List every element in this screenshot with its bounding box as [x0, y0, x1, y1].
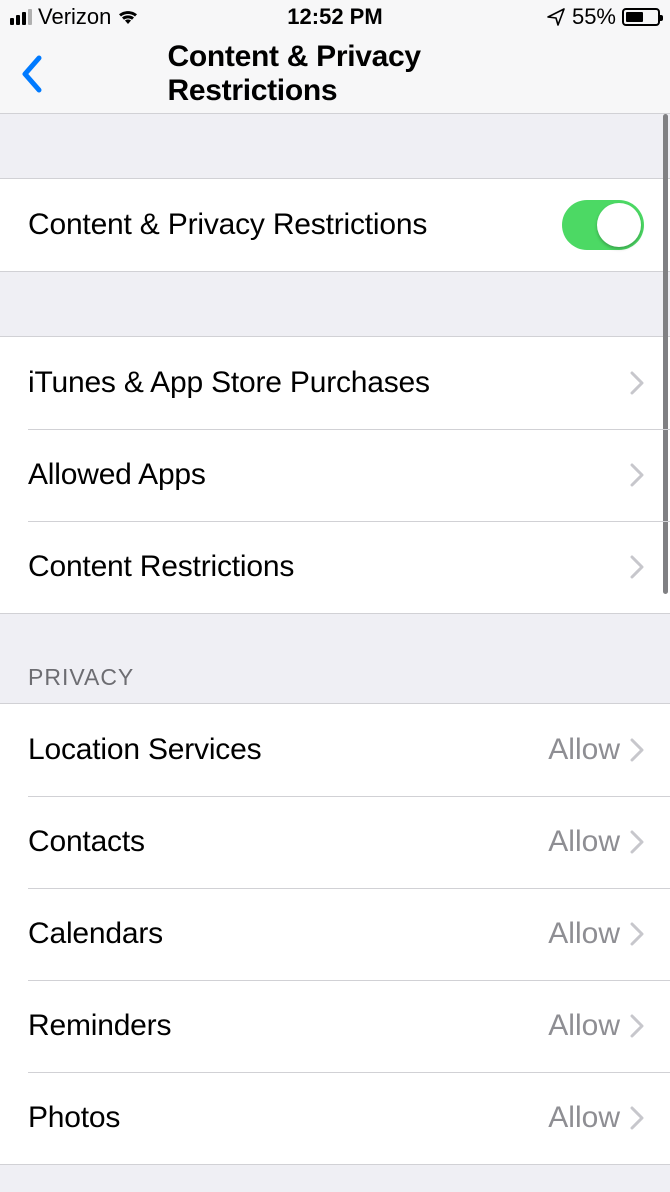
cell-label: Reminders: [28, 1009, 171, 1043]
nav-bar: Content & Privacy Restrictions: [0, 34, 670, 114]
page-title: Content & Privacy Restrictions: [168, 40, 503, 108]
content-privacy-toggle-row[interactable]: Content & Privacy Restrictions: [0, 179, 670, 271]
photos-row[interactable]: Photos Allow: [0, 1072, 670, 1164]
cell-label: Location Services: [28, 733, 261, 767]
location-icon: [546, 7, 566, 27]
carrier-label: Verizon: [38, 4, 111, 30]
cell-label: Photos: [28, 1101, 120, 1135]
cell-value: Allow: [548, 733, 620, 767]
itunes-app-store-purchases-row[interactable]: iTunes & App Store Purchases: [0, 337, 670, 429]
cell-label: iTunes & App Store Purchases: [28, 366, 430, 400]
allowed-apps-row[interactable]: Allowed Apps: [0, 429, 670, 521]
reminders-row[interactable]: Reminders Allow: [0, 980, 670, 1072]
wifi-icon: [117, 9, 139, 25]
chevron-right-icon: [630, 371, 644, 395]
chevron-left-icon: [21, 54, 45, 94]
back-button[interactable]: [8, 49, 58, 99]
cell-value: Allow: [548, 1101, 620, 1135]
content-restrictions-row[interactable]: Content Restrictions: [0, 521, 670, 613]
cell-value: Allow: [548, 825, 620, 859]
cell-label: Allowed Apps: [28, 458, 206, 492]
calendars-row[interactable]: Calendars Allow: [0, 888, 670, 980]
cell-value: Allow: [548, 917, 620, 951]
contacts-row[interactable]: Contacts Allow: [0, 796, 670, 888]
status-bar: Verizon 12:52 PM 55%: [0, 0, 670, 34]
chevron-right-icon: [630, 738, 644, 762]
privacy-section-header: PRIVACY: [0, 614, 670, 703]
cell-label: Content Restrictions: [28, 550, 294, 584]
toggle-label: Content & Privacy Restrictions: [28, 208, 427, 242]
cell-value: Allow: [548, 1009, 620, 1043]
switch-knob: [597, 203, 641, 247]
chevron-right-icon: [630, 555, 644, 579]
chevron-right-icon: [630, 463, 644, 487]
content-privacy-switch[interactable]: [562, 200, 644, 250]
cellular-signal-icon: [10, 9, 32, 25]
cell-label: Calendars: [28, 917, 163, 951]
chevron-right-icon: [630, 1014, 644, 1038]
battery-percent: 55%: [572, 4, 616, 30]
chevron-right-icon: [630, 1106, 644, 1130]
battery-icon: [622, 8, 660, 26]
cell-label: Contacts: [28, 825, 145, 859]
status-time: 12:52 PM: [287, 4, 382, 30]
chevron-right-icon: [630, 830, 644, 854]
location-services-row[interactable]: Location Services Allow: [0, 704, 670, 796]
chevron-right-icon: [630, 922, 644, 946]
